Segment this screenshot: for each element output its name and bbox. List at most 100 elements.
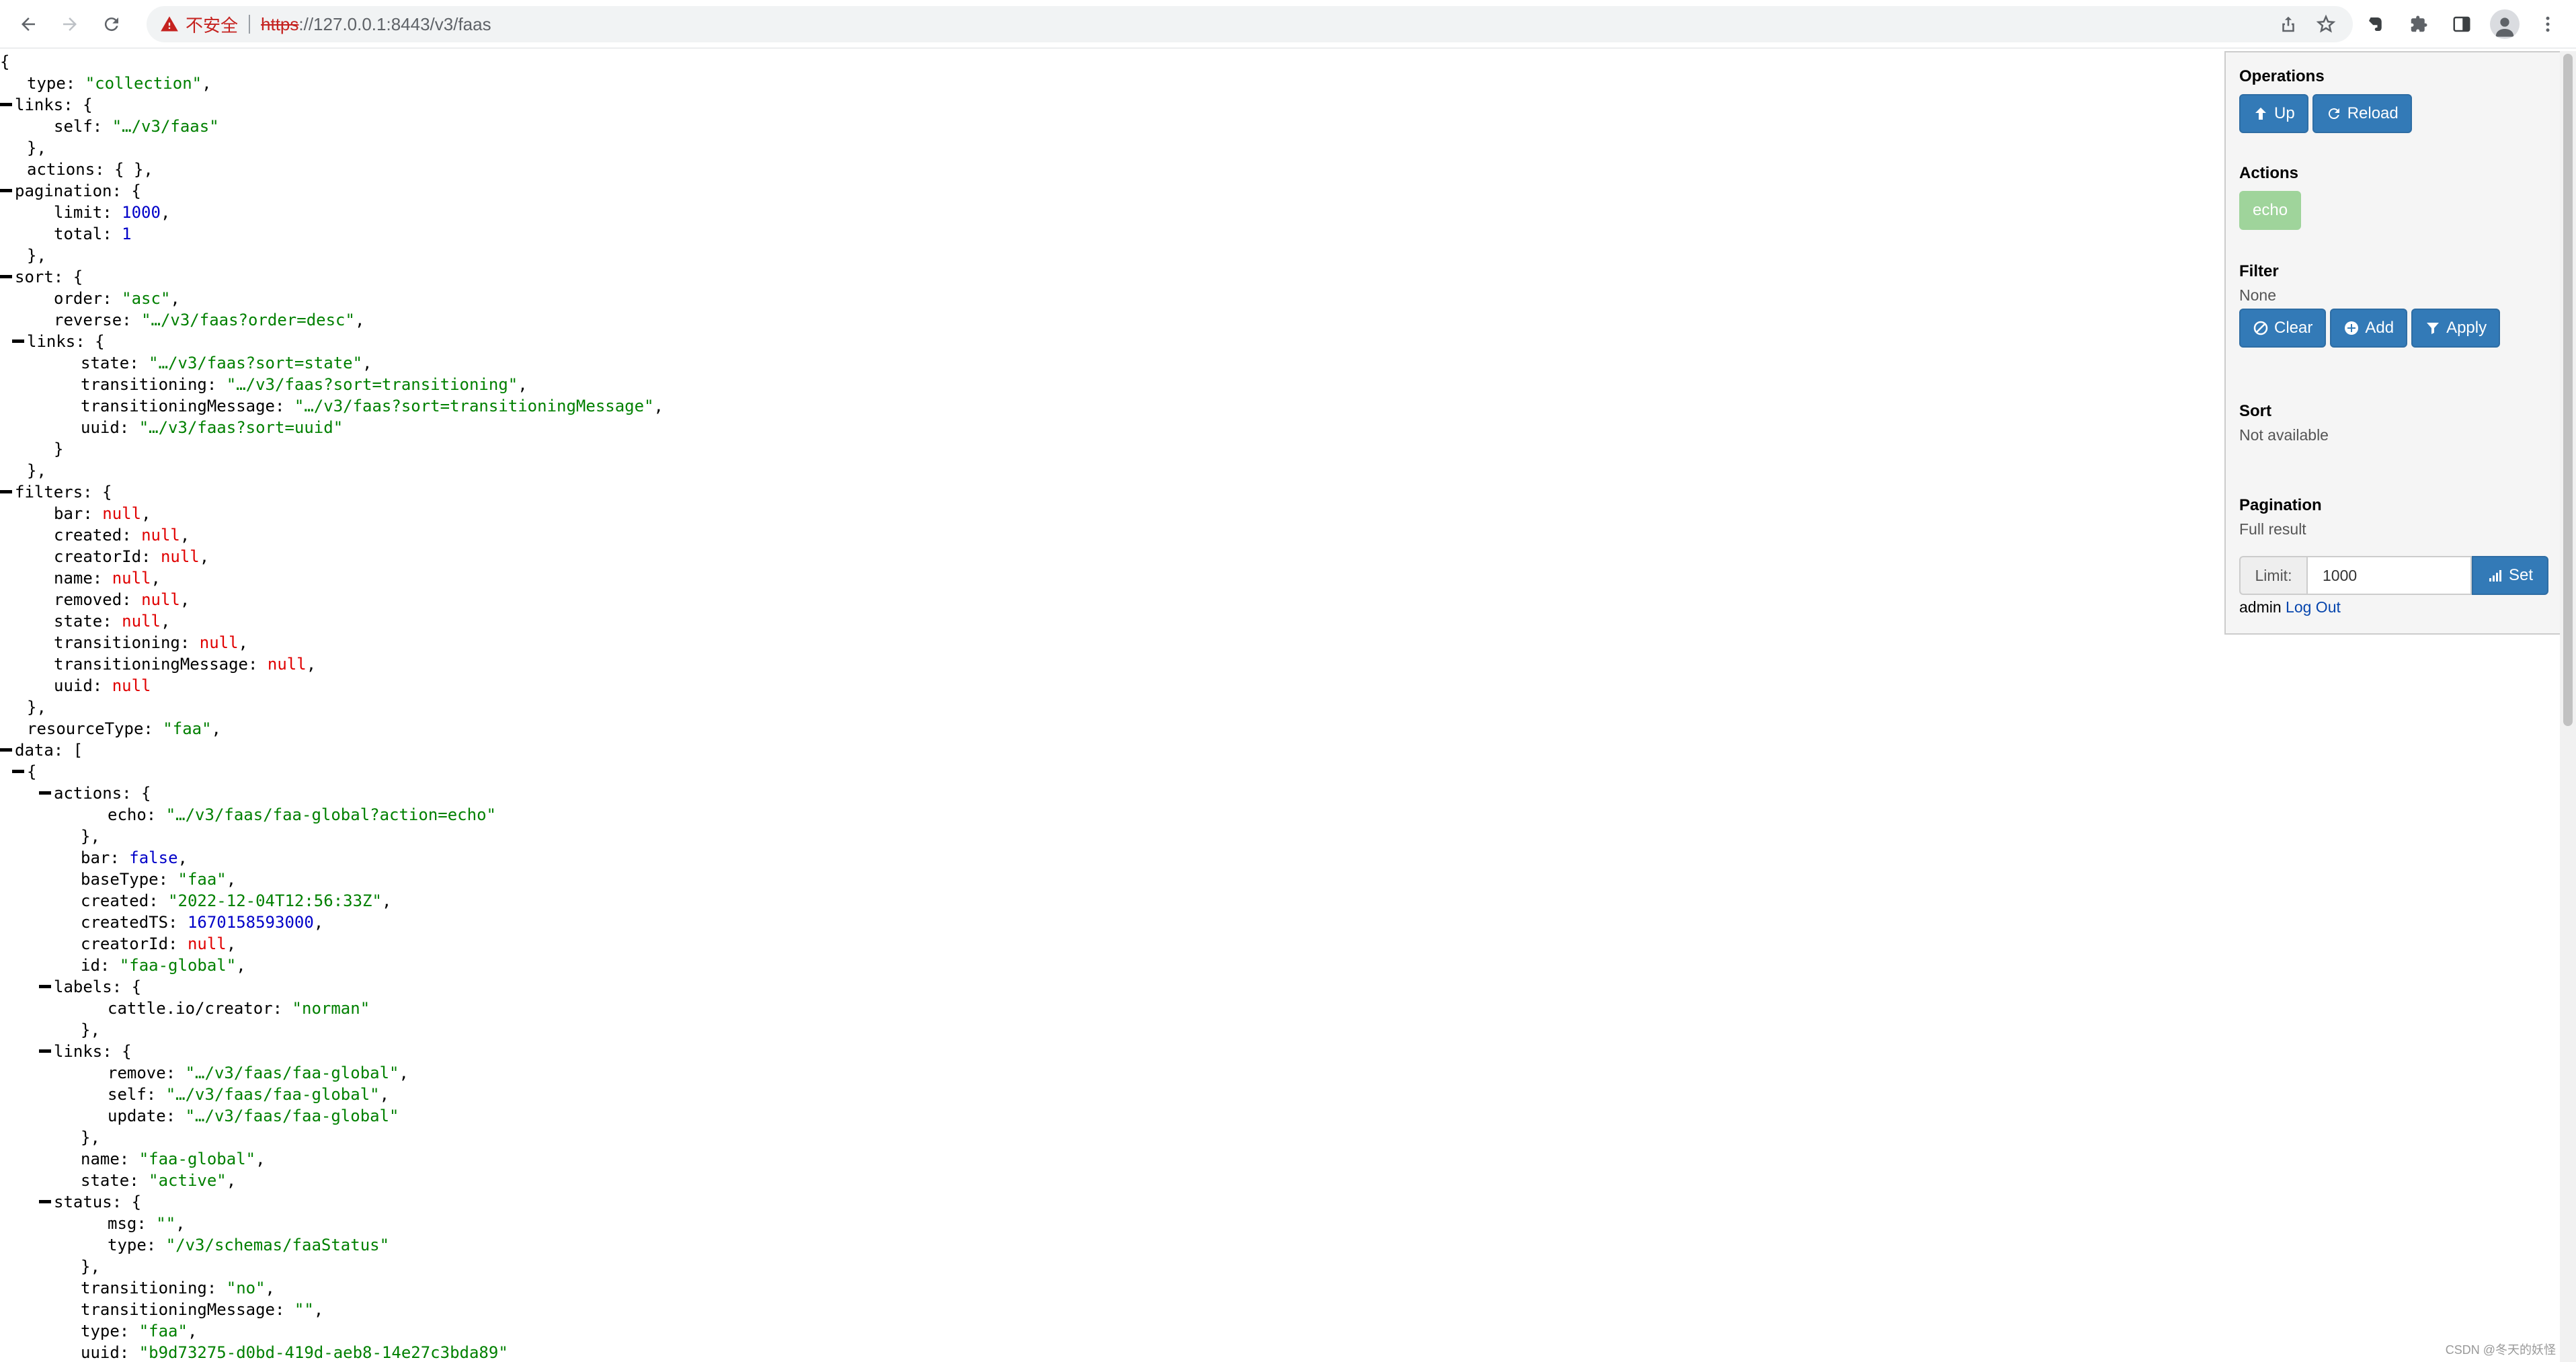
json-key: creatorId [54,547,142,566]
json-string-value[interactable]: "…/v3/faas?sort=transitioning" [227,375,518,394]
filter-value: None [2239,286,2276,304]
json-punctuation: : [143,719,163,738]
collapse-toggle-icon[interactable] [39,791,51,795]
apply-filter-button[interactable]: Apply [2411,309,2501,348]
watermark-text: CSDN @冬天的妖怪 [2445,1343,2556,1357]
back-button[interactable] [9,5,47,43]
json-line: state: "active", [0,1170,2218,1191]
bookmark-button[interactable] [2310,8,2342,40]
json-key: bar [81,848,110,867]
json-line: actions: { [0,783,2218,804]
json-punctuation: : [247,655,268,674]
clear-filter-button[interactable]: Clear [2239,309,2327,348]
page-scrollbar[interactable] [2560,51,2576,1362]
browser-menu-button[interactable] [2529,5,2567,43]
json-null-value: null [141,526,180,545]
json-line: uuid: "b9d73275-d0bd-419d-aeb8-14e27c3bd… [0,1342,2218,1362]
json-punctuation: }, [27,246,46,265]
json-string-value[interactable]: "…/v3/faas" [112,117,219,136]
json-line: }, [0,1127,2218,1148]
json-key: created [81,891,149,910]
json-key: labels [54,977,112,996]
reload-page-button[interactable] [93,5,130,43]
profile-button[interactable] [2486,5,2524,43]
json-punctuation: : [129,354,149,372]
set-limit-button[interactable]: Set [2472,556,2548,595]
actions-section: Actions echo [2239,164,2302,230]
omnibox-divider [249,15,251,34]
json-line: cattle.io/creator: "norman" [0,998,2218,1019]
side-panel-button[interactable] [2443,5,2481,43]
json-string-value[interactable]: "…/v3/faas?sort=state" [149,354,362,372]
collapse-toggle-icon[interactable] [39,1199,51,1203]
json-punctuation: : [102,289,122,308]
json-punctuation: : { [75,332,105,351]
scrollbar-thumb[interactable] [2563,54,2573,726]
limit-input[interactable] [2306,556,2472,595]
collapse-toggle-icon[interactable] [12,339,24,343]
json-line: state: null, [0,610,2218,632]
json-key: total [54,225,103,243]
json-punctuation: , [399,1064,409,1082]
json-punctuation: : [99,956,120,975]
insecure-label[interactable]: 不安全 [186,12,238,37]
json-punctuation: : { [112,977,142,996]
json-key: state [81,354,130,372]
echo-action-button[interactable]: echo [2239,191,2302,230]
json-string-value[interactable]: "…/v3/faas/faa-global" [186,1107,399,1125]
json-key: self [54,117,93,136]
json-line: limit: 1000, [0,202,2218,223]
json-punctuation: , [179,590,190,609]
collapse-toggle-icon[interactable] [0,748,12,752]
json-key: createdTS [81,913,169,932]
json-line: self: "…/v3/faas" [0,116,2218,137]
json-boolean-value: false [129,848,178,867]
browser-toolbar: 不安全 https://127.0.0.1:8443/v3/faas [0,0,2576,48]
json-string-value: "faa" [138,1322,188,1340]
arrow-up-icon [2255,108,2266,120]
json-key: resourceType [27,719,144,738]
json-string-value[interactable]: "…/v3/faas?order=desc" [141,311,355,329]
collapse-toggle-icon[interactable] [39,984,51,988]
up-button[interactable]: Up [2239,94,2308,133]
evernote-extension-button[interactable] [2357,5,2394,43]
json-key: limit [54,203,103,222]
collapse-toggle-icon[interactable] [12,769,24,773]
json-string-value[interactable]: "…/v3/faas/faa-global" [166,1085,380,1104]
forward-button[interactable] [51,5,89,43]
logout-link[interactable]: Log Out [2286,598,2341,616]
sort-heading: Sort [2239,402,2271,420]
json-string-value[interactable]: "…/v3/faas?sort=uuid" [139,418,343,437]
json-string-value: "faa-global" [119,956,237,975]
json-punctuation: , [518,375,528,394]
json-punctuation: , [177,848,188,867]
extensions-button[interactable] [2400,5,2438,43]
json-line: }, [0,245,2218,266]
collapse-toggle-icon[interactable] [0,102,12,106]
json-line: type: "faa", [0,1320,2218,1342]
url-text[interactable]: https://127.0.0.1:8443/v3/faas [261,14,491,35]
collapse-toggle-icon[interactable] [0,188,12,192]
share-button[interactable] [2272,8,2304,40]
json-punctuation: , [226,870,237,889]
json-string-value: "faa" [177,870,227,889]
address-bar[interactable]: 不安全 https://127.0.0.1:8443/v3/faas [147,6,2353,42]
collapse-toggle-icon[interactable] [0,489,12,493]
collapse-toggle-icon[interactable] [0,274,12,278]
add-filter-button[interactable]: Add [2330,309,2408,348]
json-key: echo [108,805,147,824]
json-punctuation: , [160,203,171,222]
json-punctuation: : [274,397,294,415]
json-string-value[interactable]: "…/v3/faas/faa-global" [186,1064,399,1082]
json-punctuation: : [168,934,188,953]
json-punctuation: : [136,1214,157,1233]
json-line: filters: { [0,481,2218,503]
json-punctuation: }, [27,698,46,717]
json-string-value[interactable]: "…/v3/faas/faa-global?action=echo" [166,805,496,824]
json-punctuation: : [65,74,85,93]
reload-button[interactable]: Reload [2312,94,2412,133]
collapse-toggle-icon[interactable] [39,1049,51,1053]
json-viewer: {type: "collection", links: {self: "…/v3/… [0,51,2218,1362]
json-string-value[interactable]: "…/v3/faas?sort=transitioningMessage" [294,397,654,415]
json-line: labels: { [0,976,2218,998]
